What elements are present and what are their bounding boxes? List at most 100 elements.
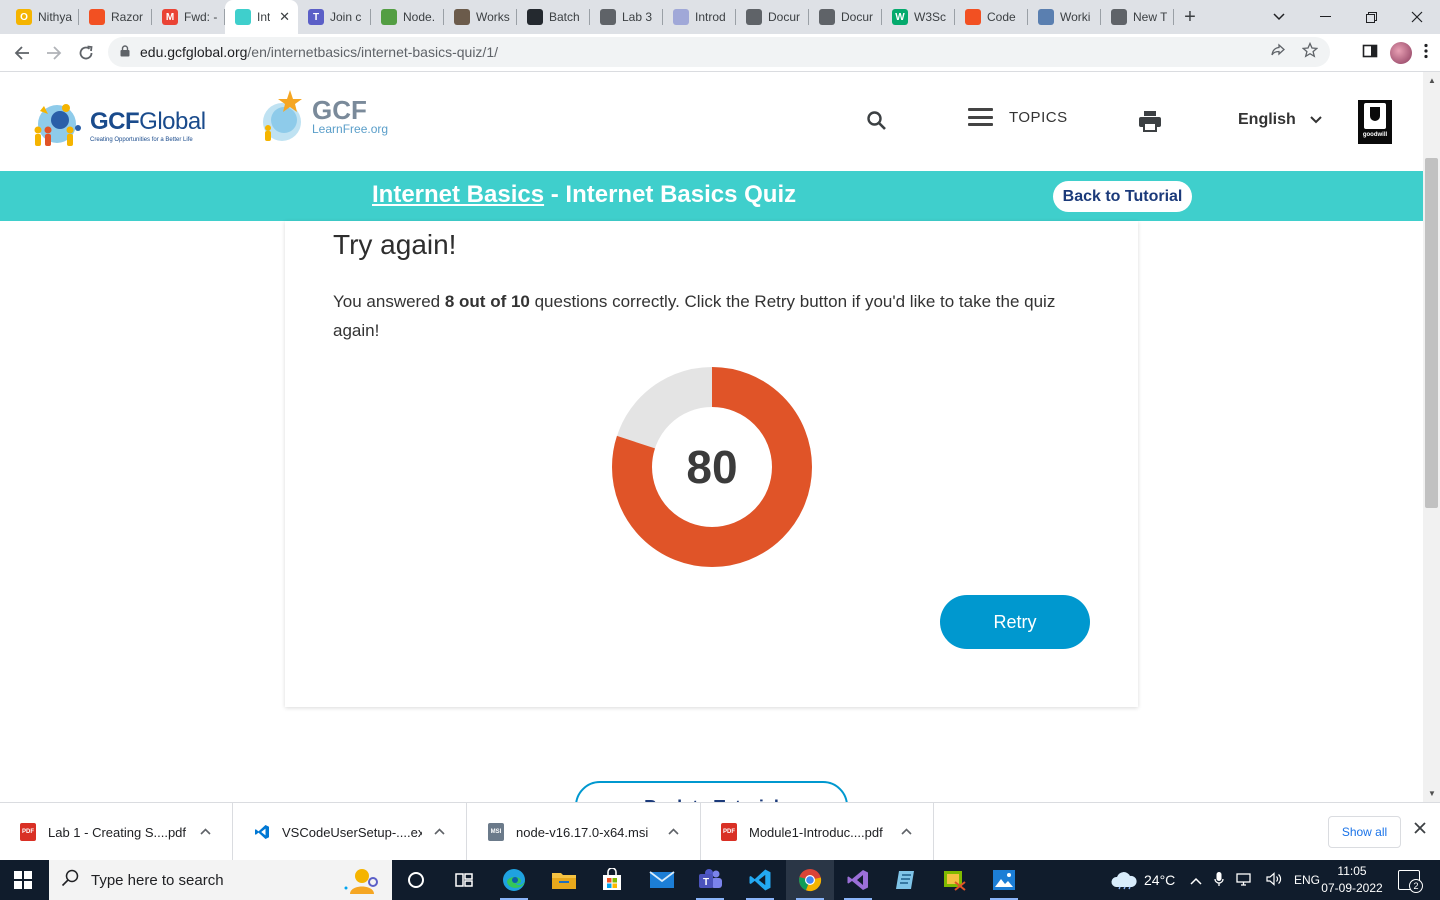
print-icon[interactable] bbox=[1138, 110, 1162, 137]
browser-tab[interactable]: Batch bbox=[517, 0, 590, 34]
browser-tab[interactable]: O Nithya bbox=[6, 0, 79, 34]
download-item[interactable]: PDF Lab 1 - Creating S....pdf bbox=[0, 803, 233, 861]
tab-favicon-icon bbox=[673, 9, 689, 25]
scroll-up-arrow-icon[interactable]: ▲ bbox=[1428, 76, 1436, 85]
browser-tab[interactable]: M Fwd: - bbox=[152, 0, 225, 34]
taskbar-search-box[interactable]: Type here to search bbox=[49, 860, 392, 900]
visual-studio-icon[interactable] bbox=[834, 860, 882, 900]
back-arrow-icon[interactable] bbox=[6, 37, 38, 69]
tray-overflow-chevron-icon[interactable] bbox=[1190, 873, 1202, 888]
windows-start-icon[interactable] bbox=[14, 871, 32, 889]
gcfglobal-logo-bold: GCF bbox=[90, 107, 140, 135]
goodwill-logo[interactable]: goodwill bbox=[1358, 100, 1392, 144]
scrollbar-thumb[interactable] bbox=[1425, 158, 1438, 508]
tab-favicon-icon: W bbox=[892, 9, 908, 25]
network-icon[interactable] bbox=[1236, 872, 1254, 889]
share-icon[interactable] bbox=[1270, 42, 1286, 62]
banner-title: Internet Basics - Internet Basics Quiz bbox=[372, 181, 796, 209]
tab-title: Razor bbox=[111, 10, 144, 24]
learnfree-logo[interactable]: GCF LearnFree.org bbox=[260, 90, 388, 144]
back-to-tutorial-button[interactable]: Back to Tutorial bbox=[1053, 181, 1192, 212]
download-item[interactable]: VSCodeUserSetup-....exe bbox=[234, 803, 467, 861]
tab-title: Node. bbox=[403, 10, 436, 24]
close-downloads-bar-icon[interactable] bbox=[1414, 821, 1426, 839]
browser-tab[interactable]: Works bbox=[444, 0, 517, 34]
browser-tab[interactable]: Lab 3 bbox=[590, 0, 663, 34]
browser-tab[interactable]: Razor bbox=[79, 0, 152, 34]
url-path: /en/internetbasics/internet-basics-quiz/… bbox=[247, 44, 498, 60]
file-explorer-icon[interactable] bbox=[540, 860, 588, 900]
site-header: GCFGlobal Creating Opportunities for a B… bbox=[0, 72, 1423, 171]
snipping-tool-icon[interactable] bbox=[930, 860, 978, 900]
chevron-up-icon[interactable] bbox=[668, 826, 679, 838]
browser-tab-active[interactable]: Int ✕ bbox=[225, 0, 298, 34]
tab-title: Introd bbox=[695, 10, 726, 24]
scroll-down-arrow-icon[interactable]: ▼ bbox=[1428, 789, 1436, 798]
new-tab-button[interactable]: + bbox=[1174, 0, 1206, 34]
search-highlight-illustration-icon bbox=[344, 869, 378, 894]
browser-tab[interactable]: Docur bbox=[736, 0, 809, 34]
browser-tab[interactable]: Node. bbox=[371, 0, 444, 34]
browser-tab[interactable]: Code bbox=[955, 0, 1028, 34]
notepad-icon[interactable] bbox=[882, 860, 930, 900]
browser-tab[interactable]: Introd bbox=[663, 0, 736, 34]
retry-button[interactable]: Retry bbox=[940, 595, 1090, 649]
close-window-button[interactable] bbox=[1394, 0, 1440, 34]
search-icon[interactable] bbox=[866, 110, 888, 137]
browser-tab[interactable]: T Join c bbox=[298, 0, 371, 34]
browser-tab[interactable]: New T bbox=[1101, 0, 1174, 34]
download-item[interactable]: PDF Module1-Introduc....pdf bbox=[701, 803, 934, 861]
language-label: English bbox=[1238, 111, 1296, 128]
tab-search-chevron-icon[interactable] bbox=[1256, 0, 1302, 34]
gcfglobal-logo[interactable]: GCFGlobal Creating Opportunities for a B… bbox=[30, 100, 206, 150]
volume-icon[interactable] bbox=[1266, 871, 1282, 889]
result-message: You answered 8 out of 10 questions corre… bbox=[333, 287, 1103, 345]
microphone-icon[interactable] bbox=[1214, 871, 1224, 890]
minimize-button[interactable] bbox=[1302, 0, 1348, 34]
side-panel-icon[interactable] bbox=[1362, 43, 1378, 64]
chevron-up-icon[interactable] bbox=[200, 826, 211, 838]
edge-browser-icon[interactable] bbox=[490, 860, 538, 900]
chrome-icon[interactable] bbox=[786, 860, 834, 900]
cortana-icon[interactable] bbox=[392, 860, 440, 900]
topics-menu-button[interactable]: TOPICS bbox=[968, 108, 1068, 126]
weather-temperature: 24°C bbox=[1144, 872, 1176, 888]
tab-title: Docur bbox=[841, 10, 874, 24]
pdf-file-icon: PDF bbox=[721, 823, 737, 841]
taskbar-clock[interactable]: 11:05 07-09-2022 bbox=[1316, 863, 1388, 897]
bookmark-star-icon[interactable] bbox=[1301, 41, 1319, 62]
tab-favicon-icon: M bbox=[162, 9, 178, 25]
show-all-downloads-button[interactable]: Show all bbox=[1328, 816, 1401, 848]
browser-menu-icon[interactable] bbox=[1424, 43, 1428, 64]
photos-icon[interactable] bbox=[980, 860, 1028, 900]
url-host: edu.gcfglobal.org bbox=[140, 44, 248, 60]
microsoft-store-icon[interactable] bbox=[588, 860, 636, 900]
mail-icon[interactable] bbox=[638, 860, 686, 900]
chevron-up-icon[interactable] bbox=[434, 826, 445, 838]
hamburger-menu-icon bbox=[968, 108, 993, 126]
course-link[interactable]: Internet Basics bbox=[372, 181, 544, 208]
reload-icon[interactable] bbox=[70, 37, 102, 69]
vscode-icon[interactable] bbox=[736, 860, 784, 900]
address-bar[interactable]: edu.gcfglobal.org/en/internetbasics/inte… bbox=[108, 37, 1330, 67]
tab-favicon-icon bbox=[1038, 9, 1054, 25]
download-item[interactable]: MSI node-v16.17.0-x64.msi bbox=[468, 803, 701, 861]
browser-tab[interactable]: Docur bbox=[809, 0, 882, 34]
tab-favicon-icon bbox=[454, 9, 470, 25]
browser-tab[interactable]: Worki bbox=[1028, 0, 1101, 34]
page-scrollbar[interactable]: ▲ ▼ bbox=[1423, 72, 1440, 802]
teams-icon[interactable]: T bbox=[686, 860, 734, 900]
weather-widget[interactable]: 24°C bbox=[1110, 860, 1175, 900]
profile-avatar[interactable] bbox=[1390, 42, 1412, 64]
language-selector[interactable]: English bbox=[1238, 111, 1322, 129]
chevron-up-icon[interactable] bbox=[901, 826, 912, 838]
close-tab-icon[interactable]: ✕ bbox=[279, 9, 290, 25]
task-view-icon[interactable] bbox=[440, 860, 488, 900]
goodwill-g-icon bbox=[1364, 103, 1386, 129]
downloads-bar: PDF Lab 1 - Creating S....pdf VSCodeUser… bbox=[0, 802, 1440, 861]
download-file-name: VSCodeUserSetup-....exe bbox=[282, 824, 422, 840]
browser-tab[interactable]: W W3Sc bbox=[882, 0, 955, 34]
restore-button[interactable] bbox=[1348, 0, 1394, 34]
tab-title: Nithya bbox=[38, 10, 73, 24]
forward-arrow-icon[interactable] bbox=[38, 37, 70, 69]
